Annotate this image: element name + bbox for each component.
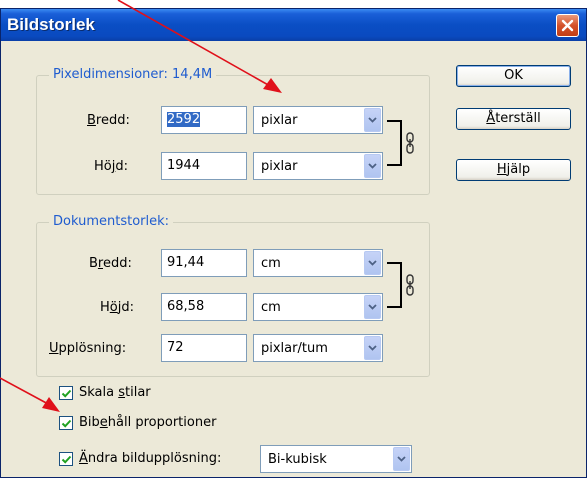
scale-styles-label: Skala stilar xyxy=(79,385,151,400)
dialog-title: Bildstorlek xyxy=(7,15,95,34)
checkmark-icon xyxy=(61,419,72,428)
document-height-label: Höjd: xyxy=(100,300,134,315)
close-icon xyxy=(561,19,574,32)
chevron-down-icon xyxy=(364,108,381,132)
pixel-width-label: Bredd: xyxy=(87,113,130,128)
chain-link-icon xyxy=(406,274,414,296)
document-width-input[interactable]: 91,44 xyxy=(161,249,247,277)
document-size-legend: Dokumentstorlek: xyxy=(49,214,174,229)
pixel-height-label: Höjd: xyxy=(94,159,128,174)
constrain-proportions-checkbox[interactable] xyxy=(59,416,73,430)
resample-image-label: Ändra bildupplösning: xyxy=(79,451,222,466)
pixel-dimensions-legend: Pixeldimensioner: 14,4M xyxy=(49,67,217,82)
checkmark-icon xyxy=(61,455,72,464)
resolution-unit-select[interactable]: pixlar/tum xyxy=(253,334,383,362)
chevron-down-icon xyxy=(364,295,381,319)
title-bar[interactable]: Bildstorlek xyxy=(1,9,586,41)
checkmark-icon xyxy=(61,389,72,398)
image-size-dialog: Bildstorlek Pixeldimensioner: 14,4M Bred… xyxy=(0,8,587,478)
pixel-width-input[interactable]: 2592 xyxy=(161,106,247,134)
pixel-width-unit-select[interactable]: pixlar xyxy=(253,106,383,134)
document-height-input[interactable]: 68,58 xyxy=(161,293,247,321)
document-width-unit-select[interactable]: cm xyxy=(253,249,383,277)
chevron-down-icon xyxy=(364,154,381,178)
resolution-label: Upplösning: xyxy=(49,341,127,356)
chain-link-icon xyxy=(406,132,414,154)
scale-styles-checkbox[interactable] xyxy=(59,386,73,400)
document-height-unit-select[interactable]: cm xyxy=(253,293,383,321)
document-width-label: Bredd: xyxy=(89,256,132,271)
pixel-height-unit-select[interactable]: pixlar xyxy=(253,152,383,180)
help-button[interactable]: Hjälp xyxy=(456,159,571,181)
chevron-down-icon xyxy=(393,447,410,471)
resample-method-select[interactable]: Bi-kubisk xyxy=(260,445,412,473)
constrain-proportions-label: Bibehåll proportioner xyxy=(79,415,217,430)
pixel-link-bracket xyxy=(387,120,402,166)
resolution-input[interactable]: 72 xyxy=(161,334,247,362)
close-button[interactable] xyxy=(556,14,579,37)
chevron-down-icon xyxy=(364,336,381,360)
chevron-down-icon xyxy=(364,251,381,275)
document-link-bracket xyxy=(387,262,402,308)
ok-button[interactable]: OK xyxy=(456,65,571,87)
pixel-height-input[interactable]: 1944 xyxy=(161,152,247,180)
resample-image-checkbox[interactable] xyxy=(59,452,73,466)
reset-button[interactable]: Återställ xyxy=(456,108,571,130)
